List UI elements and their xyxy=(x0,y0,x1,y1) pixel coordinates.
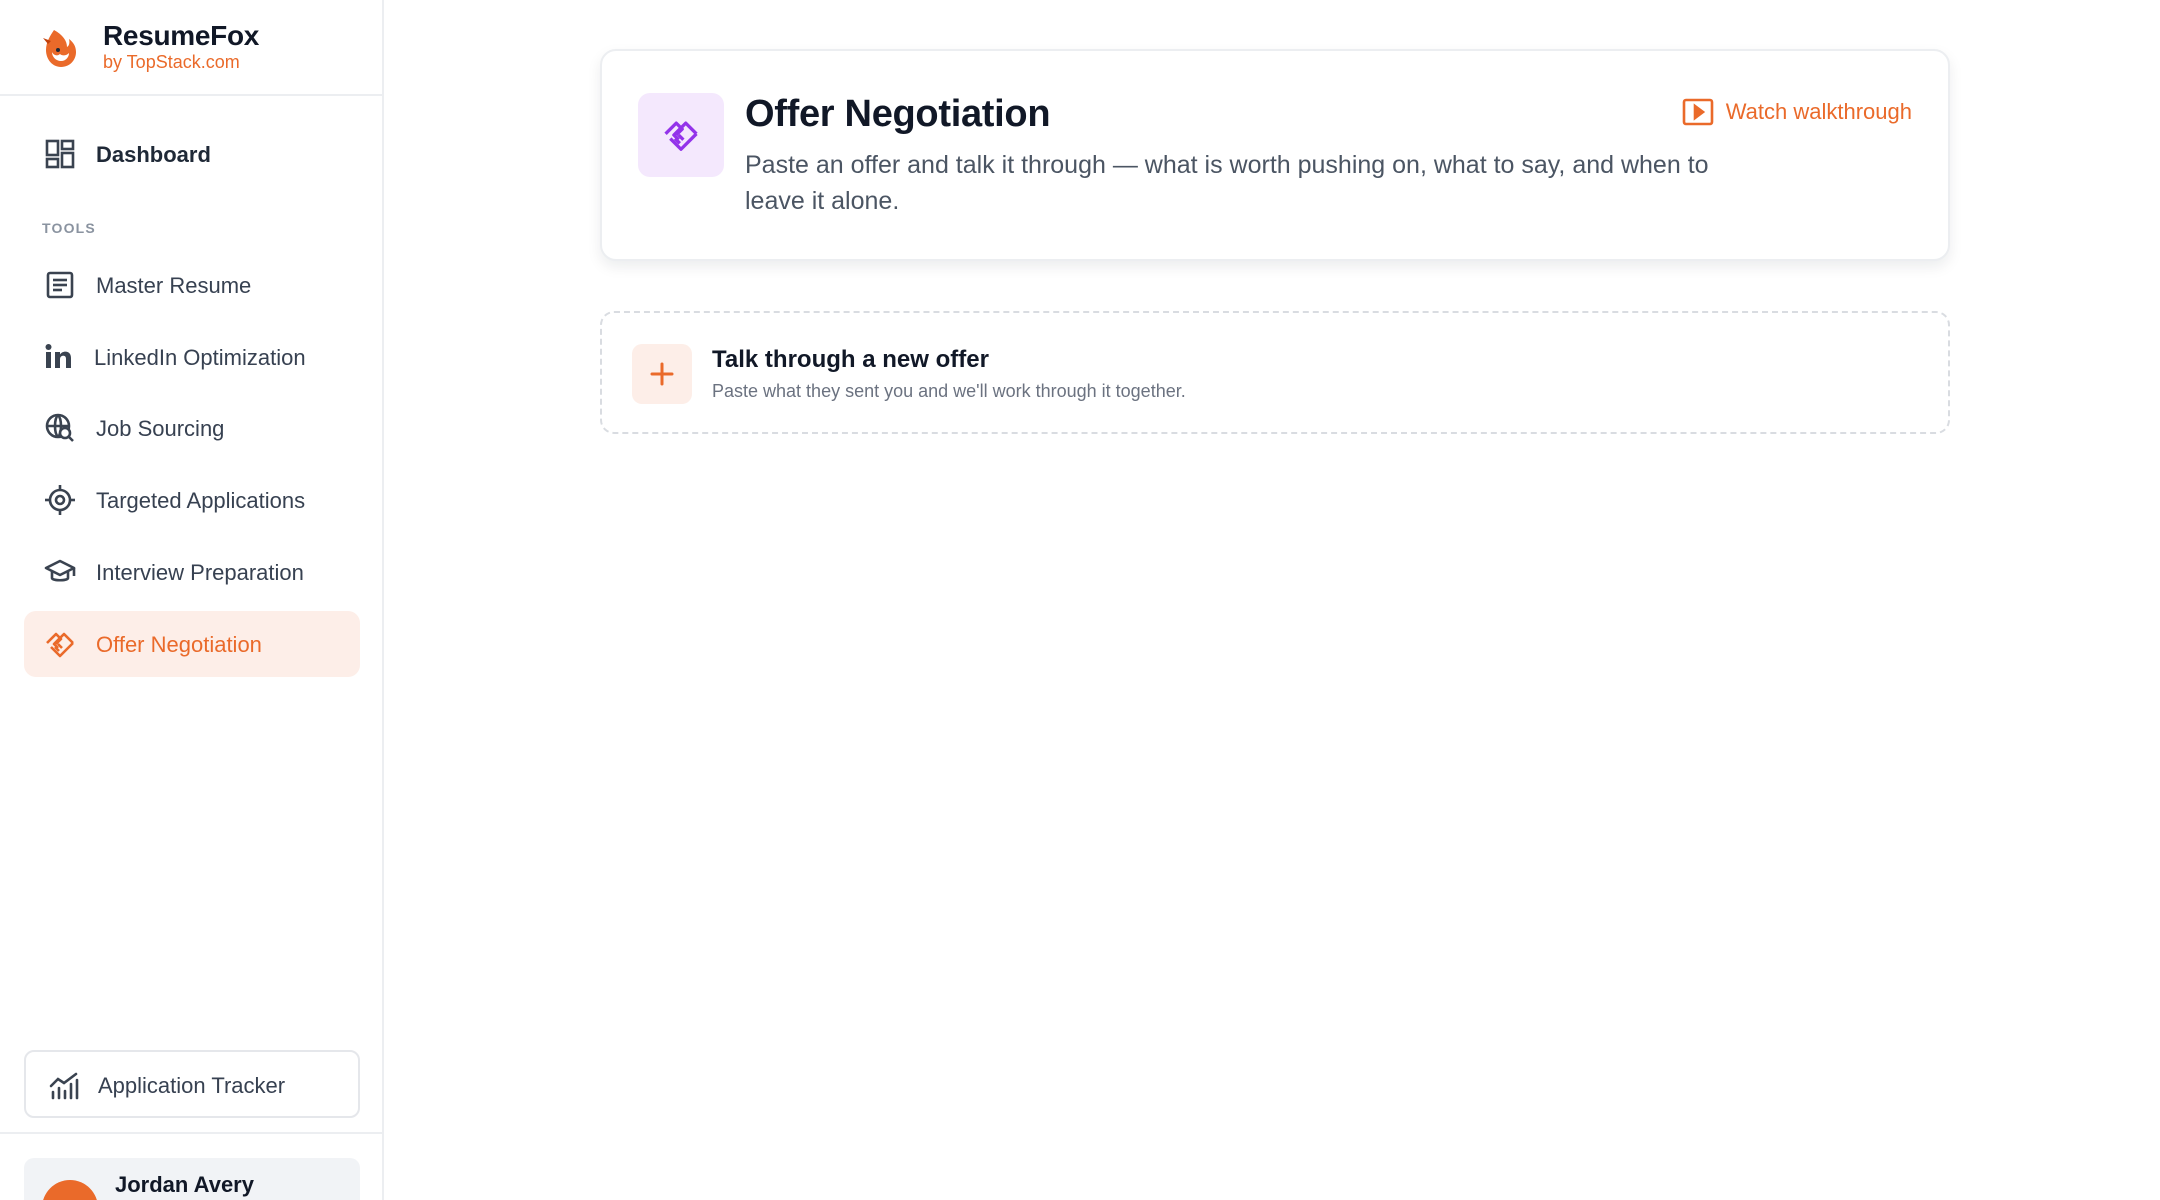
sidebar-item-label: Master Resume xyxy=(96,273,252,298)
brand-header[interactable]: ResumeFox by TopStack.com xyxy=(0,0,382,96)
new-offer-title: Talk through a new offer xyxy=(712,346,989,373)
sidebar-item-label: Interview Preparation xyxy=(96,560,304,585)
brand-name: ResumeFox xyxy=(103,20,260,51)
sidebar-item-label: Dashboard xyxy=(96,142,211,167)
user-profile-card[interactable]: Jordan Avery xyxy=(24,1158,360,1200)
sidebar-item-label: Offer Negotiation xyxy=(96,632,262,657)
application-tracker-label: Application Tracker xyxy=(98,1073,286,1098)
plus-icon xyxy=(650,362,674,386)
dashboard-grid-icon xyxy=(45,139,75,169)
new-offer-card[interactable]: Talk through a new offer Paste what they… xyxy=(600,311,1950,434)
sidebar-item-label: Targeted Applications xyxy=(96,488,306,513)
sidebar-item-targeted-applications[interactable]: Targeted Applications xyxy=(24,467,360,533)
sidebar-item-master-resume[interactable]: Master Resume xyxy=(24,252,360,318)
tools-section-label: TOOLS xyxy=(42,220,96,236)
new-offer-subtitle: Paste what they sent you and we'll work … xyxy=(712,381,1186,401)
application-tracker-button[interactable]: Application Tracker xyxy=(24,1050,360,1118)
sidebar-item-interview-preparation[interactable]: Interview Preparation xyxy=(24,539,360,605)
handshake-icon xyxy=(664,121,698,151)
globe-search-icon xyxy=(45,413,74,442)
linkedin-icon xyxy=(45,344,71,368)
watch-walkthrough-label: Watch walkthrough xyxy=(1725,99,1912,124)
page-description: Paste an offer and talk it through — wha… xyxy=(745,151,1709,215)
avatar xyxy=(42,1180,98,1200)
fox-logo-icon xyxy=(43,30,76,67)
sidebar-item-offer-negotiation[interactable]: Offer Negotiation xyxy=(24,611,360,677)
feature-icon-box xyxy=(638,93,724,177)
user-name: Jordan Avery xyxy=(115,1172,254,1197)
graduation-cap-icon xyxy=(44,559,76,582)
sidebar: ResumeFox by TopStack.com Dashboard TOOL… xyxy=(0,0,384,1200)
watch-walkthrough-link[interactable]: Watch walkthrough xyxy=(1682,95,1912,129)
divider xyxy=(0,1132,382,1134)
sidebar-item-dashboard[interactable]: Dashboard xyxy=(24,121,360,187)
app-root: ResumeFox by TopStack.com Dashboard TOOL… xyxy=(0,0,2160,1200)
chart-icon xyxy=(49,1072,79,1100)
video-play-icon xyxy=(1682,98,1714,126)
brand-tagline: by TopStack.com xyxy=(103,52,240,72)
target-icon xyxy=(45,485,75,515)
sidebar-item-label: Job Sourcing xyxy=(96,416,225,441)
add-offer-button[interactable] xyxy=(632,344,692,404)
handshake-icon xyxy=(46,632,74,658)
document-icon xyxy=(46,271,74,299)
sidebar-item-linkedin-optimization[interactable]: LinkedIn Optimization xyxy=(24,324,360,390)
sidebar-item-job-sourcing[interactable]: Job Sourcing xyxy=(24,395,360,461)
sidebar-item-label: LinkedIn Optimization xyxy=(94,345,306,370)
page-title: Offer Negotiation xyxy=(745,93,1051,135)
page-header-card: Offer Negotiation Paste an offer and tal… xyxy=(600,49,1950,261)
